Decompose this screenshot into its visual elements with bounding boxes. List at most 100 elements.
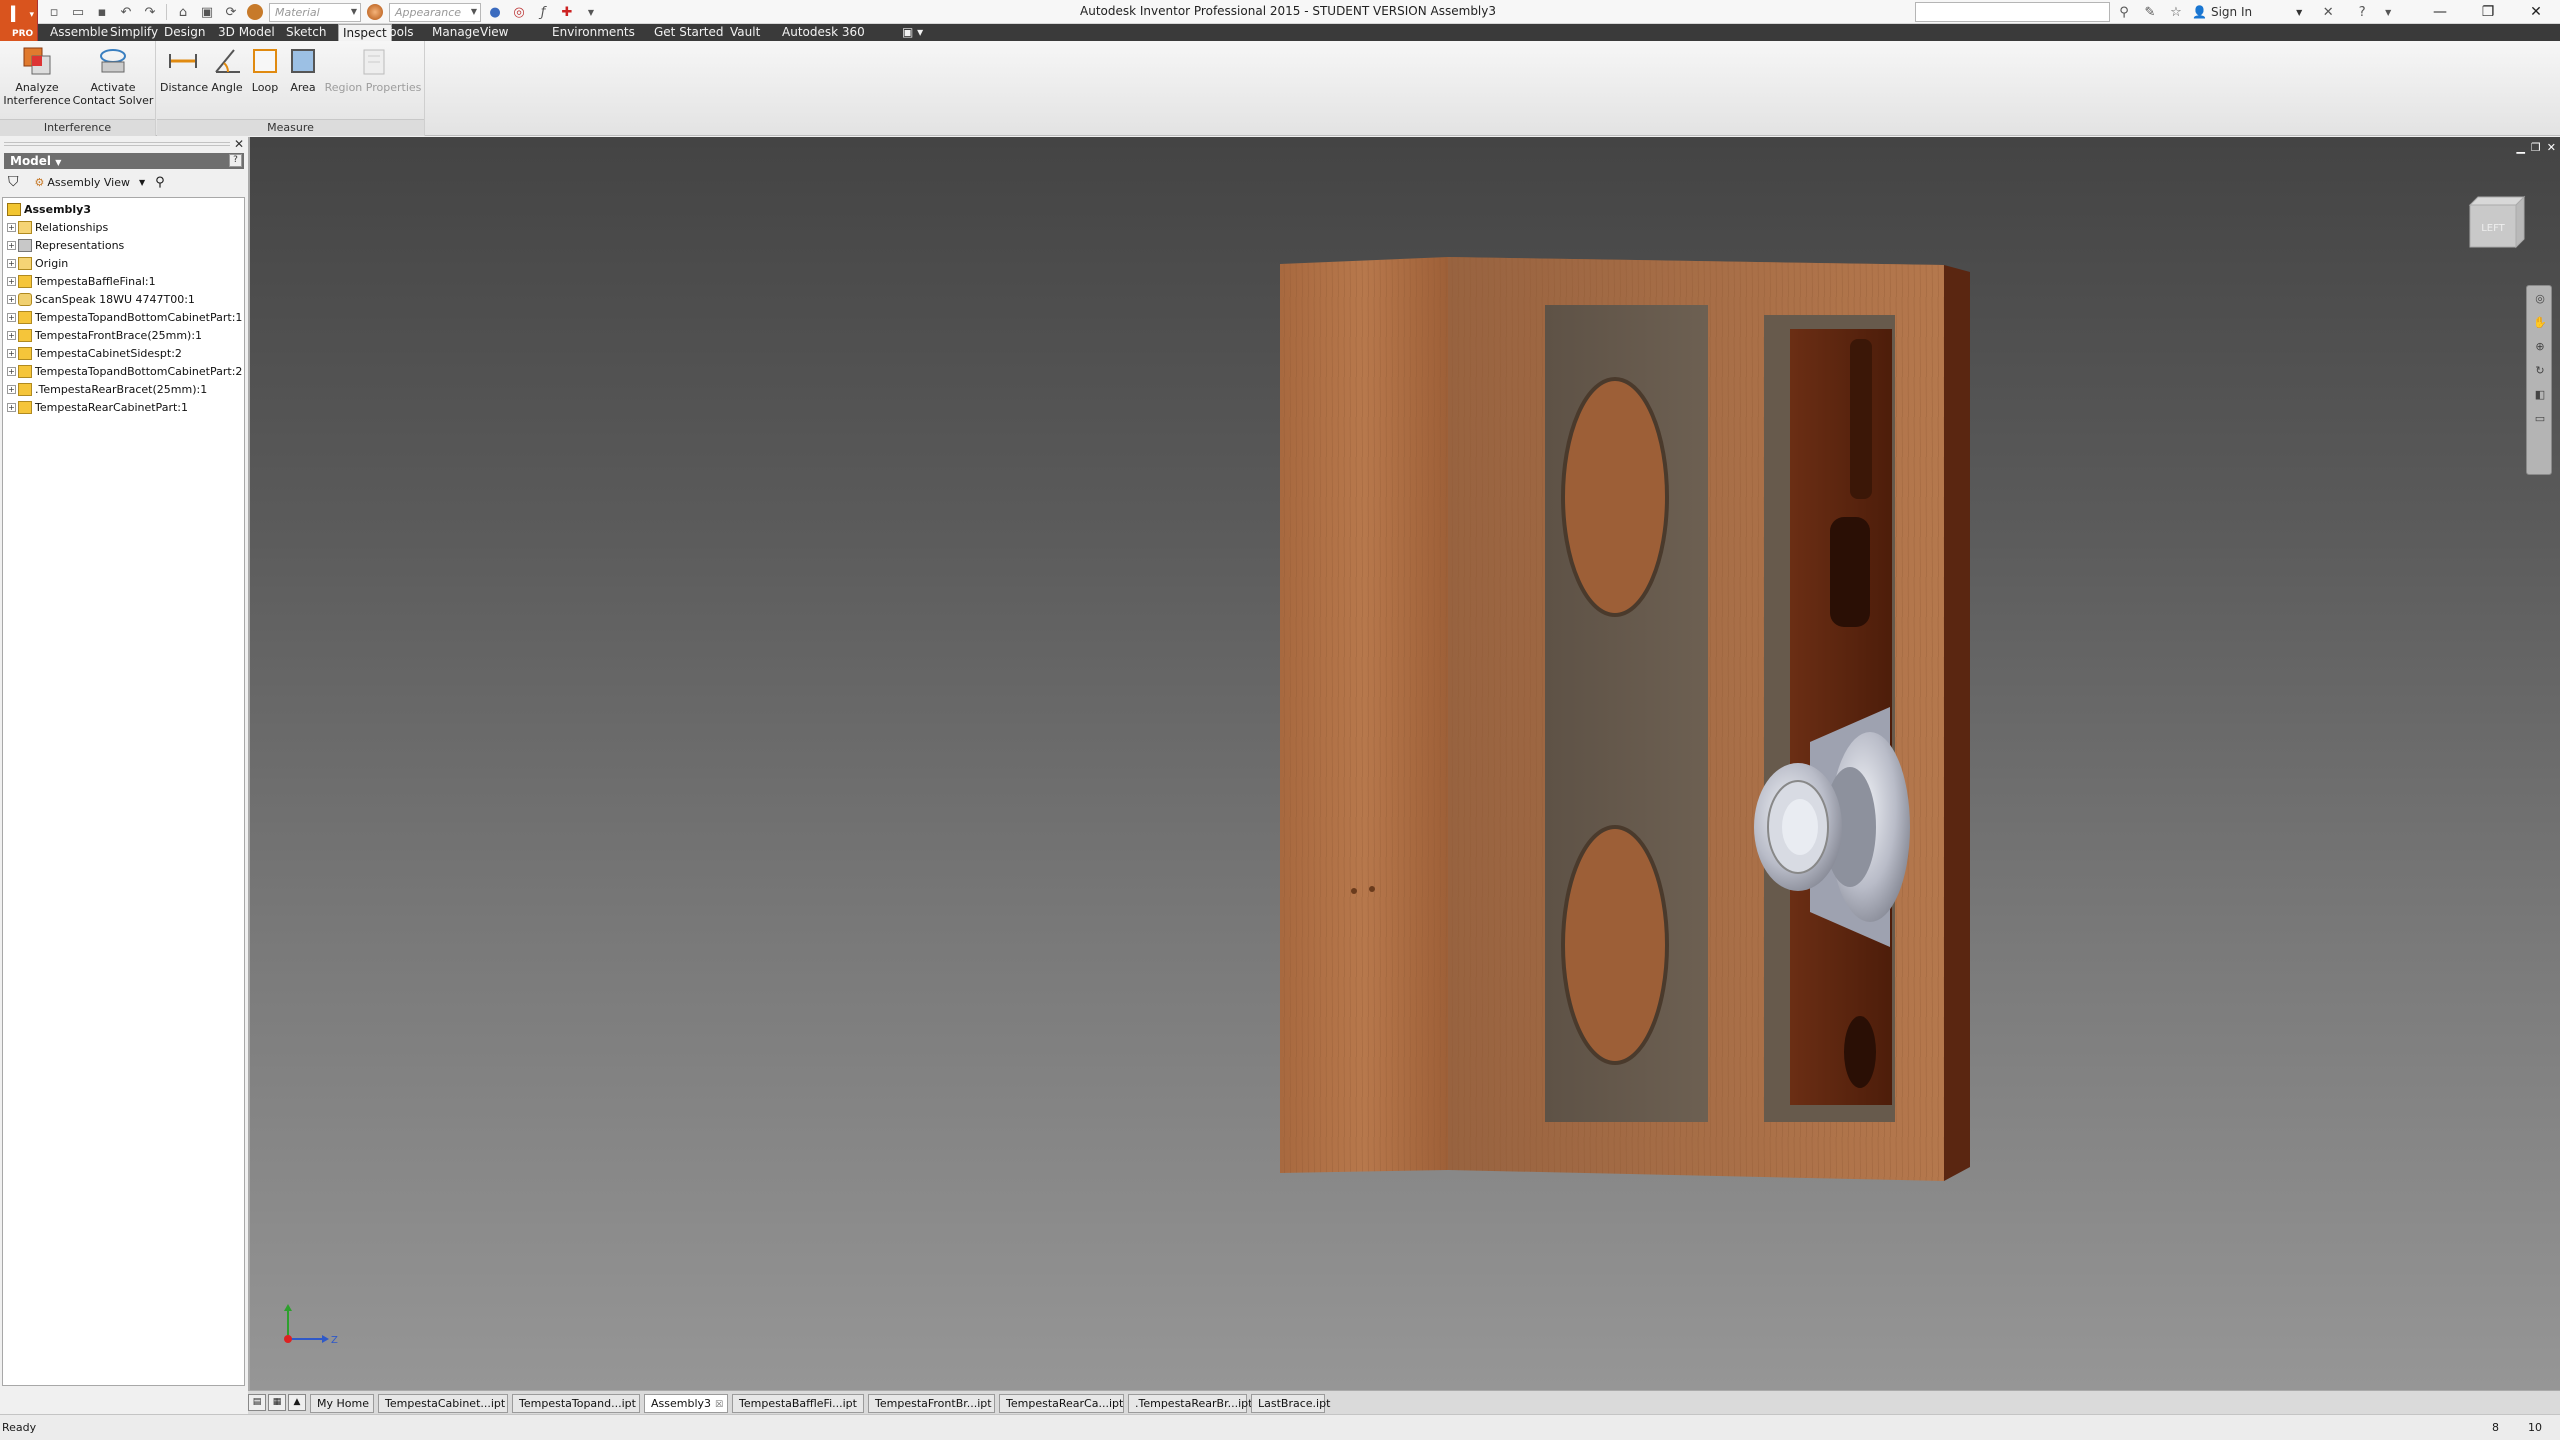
tab-3d-model[interactable]: 3D Model: [214, 24, 279, 41]
expand-icon[interactable]: +: [7, 240, 16, 250]
tree-item[interactable]: + TempestaFrontBrace(25mm):1: [7, 326, 202, 344]
tab-environments[interactable]: Environments: [548, 24, 639, 41]
document-tab[interactable]: My Home: [310, 1394, 374, 1413]
expand-icon[interactable]: +: [7, 222, 16, 232]
clear-appearance-icon[interactable]: ●: [485, 2, 505, 22]
tab-get-started[interactable]: Get Started: [650, 24, 728, 41]
document-tab[interactable]: TempestaTopand...ipt: [512, 1394, 640, 1413]
speaker-cabinet-model[interactable]: [250, 137, 2560, 1390]
open-icon[interactable]: ▭: [68, 2, 88, 22]
chevron-down-icon[interactable]: ▼: [2378, 2, 2398, 22]
close-tab-icon[interactable]: ☒: [715, 1400, 723, 1410]
zoom-icon[interactable]: ⊕: [2527, 334, 2553, 358]
tab-vault[interactable]: Vault: [726, 24, 764, 41]
expand-icon[interactable]: +: [7, 366, 16, 376]
region-properties-button[interactable]: Region Properties: [323, 43, 423, 94]
expand-icon[interactable]: +: [7, 294, 16, 304]
help-icon[interactable]: ?: [2352, 2, 2372, 22]
close-icon[interactable]: ✕: [2547, 141, 2556, 154]
help-icon[interactable]: ?: [229, 154, 242, 167]
tree-item[interactable]: + TempestaRearCabinetPart:1: [7, 398, 188, 416]
browser-grip[interactable]: [4, 142, 230, 146]
orbit-icon[interactable]: ↻: [2527, 358, 2553, 382]
tree-item[interactable]: + Representations: [7, 236, 124, 254]
tree-item[interactable]: + TempestaBaffleFinal:1: [7, 272, 156, 290]
document-tab[interactable]: TempestaBaffleFi...ipt: [732, 1394, 864, 1413]
minimize-icon[interactable]: ▁: [2516, 141, 2524, 154]
application-menu-button[interactable]: I PRO ▾: [0, 0, 38, 41]
fx-icon[interactable]: ƒ: [533, 2, 553, 22]
measure-area-button[interactable]: Area: [285, 43, 321, 94]
document-tab[interactable]: Assembly3 ☒: [644, 1394, 728, 1413]
analyze-interference-button[interactable]: Analyze Interference: [2, 43, 72, 107]
tab-view[interactable]: View: [476, 24, 512, 41]
view-select[interactable]: ⚙ Assembly View ▼: [35, 176, 146, 189]
expand-icon[interactable]: +: [7, 348, 16, 358]
expand-icon[interactable]: +: [7, 384, 16, 394]
measure-icon[interactable]: ✚: [557, 2, 577, 22]
expand-icon[interactable]: +: [7, 276, 16, 286]
activate-contact-solver-button[interactable]: Activate Contact Solver: [72, 43, 154, 107]
binoculars-icon[interactable]: ⚲: [2114, 2, 2134, 22]
favorites-star-icon[interactable]: ☆: [2166, 2, 2186, 22]
tree-item[interactable]: + ScanSpeak 18WU 4747T00:1: [7, 290, 195, 308]
chevron-down-icon[interactable]: ▼: [581, 2, 601, 22]
binoculars-icon[interactable]: ⚲: [155, 175, 165, 190]
tab-sketch[interactable]: Sketch: [282, 24, 330, 41]
tab-simplify[interactable]: Simplify: [106, 24, 162, 41]
sign-in-button[interactable]: 👤 Sign In ▼: [2192, 5, 2302, 19]
tree-item[interactable]: + Origin: [7, 254, 68, 272]
tree-item[interactable]: + .TempestaRearBracet(25mm):1: [7, 380, 207, 398]
close-icon[interactable]: ✕: [2512, 0, 2560, 24]
cascade-icon[interactable]: ▦: [268, 1394, 286, 1411]
measure-angle-button[interactable]: Angle: [207, 43, 247, 94]
document-tab[interactable]: .TempestaRearBr...ipt: [1128, 1394, 1252, 1413]
restore-icon[interactable]: ❐: [2464, 0, 2512, 24]
redo-icon[interactable]: ↷: [140, 2, 160, 22]
tab-assemble[interactable]: Assemble: [46, 24, 112, 41]
steering-wheel-icon[interactable]: ◎: [2527, 286, 2553, 310]
appearance-select[interactable]: Appearance ▼: [389, 2, 481, 22]
tile-icon[interactable]: ▤: [248, 1394, 266, 1411]
viewcube[interactable]: LEFT: [2464, 193, 2530, 251]
material-select[interactable]: Material ▼: [269, 2, 361, 22]
tab-autodesk-360[interactable]: Autodesk 360: [778, 24, 869, 41]
browser-header[interactable]: Model ▼ ?: [4, 153, 244, 169]
tab-tools[interactable]: Tools: [380, 24, 418, 41]
tree-item[interactable]: + TempestaCabinetSidespt:2: [7, 344, 182, 362]
new-icon[interactable]: ▫: [44, 2, 64, 22]
expand-icon[interactable]: +: [7, 330, 16, 340]
minimize-icon[interactable]: —: [2416, 0, 2464, 24]
adjust-icon[interactable]: ◎: [509, 2, 529, 22]
tree-item[interactable]: + TempestaTopandBottomCabinetPart:1: [7, 308, 242, 326]
select-icon[interactable]: ▣: [197, 2, 217, 22]
close-icon[interactable]: ✕: [234, 137, 244, 151]
document-tab[interactable]: TempestaFrontBr...ipt: [868, 1394, 995, 1413]
tree-item[interactable]: + Relationships: [7, 218, 108, 236]
look-at-icon[interactable]: ◧: [2527, 382, 2553, 406]
exchange-icon[interactable]: ✕: [2318, 2, 2338, 22]
undo-icon[interactable]: ↶: [116, 2, 136, 22]
update-icon[interactable]: ⟳: [221, 2, 241, 22]
navbar-options-icon[interactable]: ▭: [2527, 406, 2553, 430]
tab-design[interactable]: Design: [160, 24, 209, 41]
home-icon[interactable]: ⌂: [173, 2, 193, 22]
restore-icon[interactable]: ❐: [2531, 141, 2541, 154]
communication-icon[interactable]: ✎: [2140, 2, 2160, 22]
document-tab[interactable]: TempestaRearCa...ipt: [999, 1394, 1124, 1413]
expand-icon[interactable]: +: [7, 402, 16, 412]
tree-root[interactable]: Assembly3: [7, 200, 91, 218]
filter-icon[interactable]: ⛉: [8, 174, 19, 190]
graphics-viewport[interactable]: ▁ ❐ ✕ LEFT ◎ ✋ ⊕ ↻ ◧ ▭ Z: [248, 137, 2560, 1390]
document-tab[interactable]: TempestaCabinet...ipt: [378, 1394, 508, 1413]
save-icon[interactable]: ▪: [92, 2, 112, 22]
expand-icon[interactable]: +: [7, 312, 16, 322]
tree-item[interactable]: + TempestaTopandBottomCabinetPart:2: [7, 362, 242, 380]
ribbon-options-icon[interactable]: ▣ ▾: [898, 24, 927, 41]
chevron-up-icon[interactable]: ▲: [288, 1394, 306, 1411]
pan-icon[interactable]: ✋: [2527, 310, 2553, 334]
search-input[interactable]: [1915, 2, 2110, 22]
expand-icon[interactable]: +: [7, 258, 16, 268]
document-tab[interactable]: LastBrace.ipt: [1251, 1394, 1330, 1413]
color-icon[interactable]: [245, 2, 265, 22]
